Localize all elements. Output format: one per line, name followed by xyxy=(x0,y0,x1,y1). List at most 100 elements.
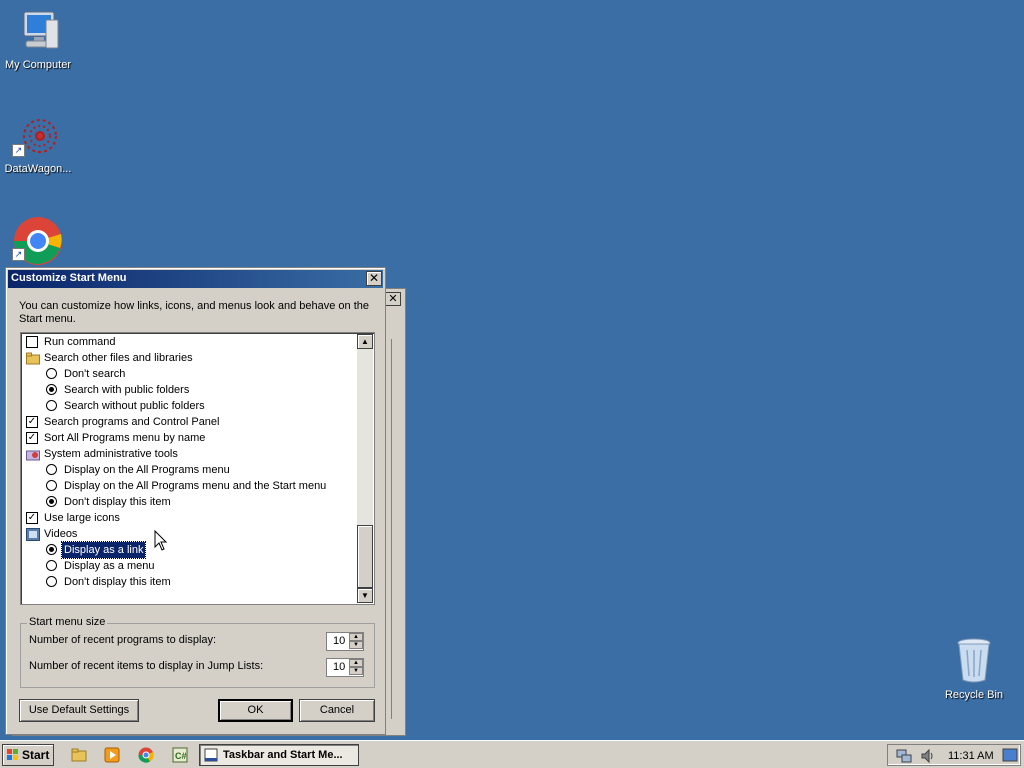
option-label: Sort All Programs menu by name xyxy=(44,432,206,444)
list-item[interactable]: System administrative tools xyxy=(21,446,357,462)
explorer-icon[interactable] xyxy=(71,747,87,763)
spin-up-button[interactable]: ▲ xyxy=(349,659,363,667)
scroll-thumb[interactable] xyxy=(357,525,373,588)
media-player-icon[interactable] xyxy=(104,747,120,763)
option-checkbox[interactable] xyxy=(26,336,38,348)
customize-start-menu-dialog: Customize Start Menu ✕ You can customize… xyxy=(5,267,386,735)
shortcut-arrow-icon: ↗ xyxy=(12,144,25,157)
title-bar[interactable]: Customize Start Menu ✕ xyxy=(8,270,383,288)
use-default-settings-button[interactable]: Use Default Settings xyxy=(19,699,139,722)
admin-tools-icon xyxy=(26,450,40,461)
system-tray: 11:31 AM xyxy=(887,744,1021,766)
spin-up-button[interactable]: ▲ xyxy=(349,633,363,641)
scroll-down-button[interactable]: ▼ xyxy=(357,588,373,603)
list-item[interactable]: Display on the All Programs menu xyxy=(21,462,357,478)
option-label: Search without public folders xyxy=(64,400,205,412)
list-item[interactable]: Display as a link xyxy=(21,541,357,559)
option-label: Videos xyxy=(44,528,78,540)
option-checkbox[interactable]: ✓ xyxy=(26,416,38,428)
windows-flag-icon xyxy=(7,749,18,760)
option-label: Search programs and Control Panel xyxy=(44,416,220,428)
option-label: Don't display this item xyxy=(64,496,171,508)
list-item[interactable]: Don't display this item xyxy=(21,574,357,590)
close-icon[interactable]: ✕ xyxy=(385,292,401,306)
taskbar-button-taskbar-start-menu[interactable]: Taskbar and Start Me... xyxy=(199,744,359,766)
desktop-icon-label: My Computer xyxy=(4,59,72,71)
start-label: Start xyxy=(22,748,50,762)
vertical-scrollbar[interactable]: ▲ ▼ xyxy=(357,334,373,603)
taskbar-properties-icon xyxy=(204,748,218,762)
volume-icon[interactable] xyxy=(920,748,936,764)
start-button[interactable]: Start xyxy=(2,744,54,766)
option-radio[interactable] xyxy=(46,464,57,475)
option-label: Don't display this item xyxy=(64,576,171,588)
recent-items-value[interactable]: 10 xyxy=(333,661,345,673)
desktop-icon-label: DataWagon... xyxy=(4,163,72,175)
network-icon[interactable] xyxy=(896,748,912,764)
list-item[interactable]: Search without public folders xyxy=(21,398,357,414)
scroll-up-button[interactable]: ▲ xyxy=(357,334,373,349)
spin-down-button[interactable]: ▼ xyxy=(349,667,363,675)
ok-button[interactable]: OK xyxy=(218,699,293,722)
show-desktop-icon[interactable] xyxy=(1002,748,1018,763)
recent-programs-value[interactable]: 10 xyxy=(333,635,345,647)
option-label: Display on the All Programs menu and the… xyxy=(64,480,327,492)
option-label: Display on the All Programs menu xyxy=(64,464,230,476)
svg-text:C#: C# xyxy=(175,751,187,761)
shortcut-arrow-icon: ↗ xyxy=(12,248,25,261)
desktop-icon-chrome[interactable]: ↗ xyxy=(0,216,78,269)
close-button[interactable]: ✕ xyxy=(366,271,382,286)
spinner-arrows: ▲ ▼ xyxy=(349,659,363,676)
option-radio[interactable] xyxy=(46,480,57,491)
cancel-button[interactable]: Cancel xyxy=(299,699,375,722)
option-radio[interactable] xyxy=(46,560,57,571)
spinner-arrows: ▲ ▼ xyxy=(349,633,363,650)
list-item[interactable]: Don't search xyxy=(21,366,357,382)
list-item[interactable]: Run command xyxy=(21,334,357,350)
list-item[interactable]: Videos xyxy=(21,526,357,542)
mouse-cursor-icon xyxy=(154,530,168,551)
option-label: Use large icons xyxy=(44,512,120,524)
desktop-icon-label: Recycle Bin xyxy=(944,689,1004,701)
option-radio[interactable] xyxy=(46,576,57,587)
option-label: Don't search xyxy=(64,368,126,380)
dialog-title: Customize Start Menu xyxy=(11,272,127,284)
list-item[interactable]: Don't display this item xyxy=(21,494,357,510)
option-radio[interactable] xyxy=(46,496,57,507)
option-radio[interactable] xyxy=(46,400,57,411)
option-radio[interactable] xyxy=(46,368,57,379)
taskbar-button-label: Taskbar and Start Me... xyxy=(223,749,343,761)
recent-items-label: Number of recent items to display in Jum… xyxy=(29,660,264,672)
option-label: System administrative tools xyxy=(44,448,178,460)
option-label: Search other files and libraries xyxy=(44,352,193,364)
chrome-icon[interactable] xyxy=(138,747,154,763)
list-item[interactable]: Search with public folders xyxy=(21,382,357,398)
option-checkbox[interactable]: ✓ xyxy=(26,432,38,444)
desktop-icon-recycle-bin[interactable]: Recycle Bin xyxy=(934,636,1014,701)
list-item[interactable]: Search other files and libraries xyxy=(21,350,357,366)
recent-programs-spinner[interactable]: 10 ▲ ▼ xyxy=(326,632,364,651)
option-label: Display as a link xyxy=(60,541,147,559)
list-item[interactable]: Display on the All Programs menu and the… xyxy=(21,478,357,494)
list-item[interactable]: Display as a menu xyxy=(21,558,357,574)
option-checkbox[interactable]: ✓ xyxy=(26,512,38,524)
list-item[interactable]: ✓ Use large icons xyxy=(21,510,357,526)
csharp-icon[interactable]: C# xyxy=(172,747,188,763)
computer-icon xyxy=(23,11,59,49)
group-legend: Start menu size xyxy=(27,616,108,628)
recent-items-spinner[interactable]: 10 ▲ ▼ xyxy=(326,658,364,677)
list-item[interactable]: ✓ Sort All Programs menu by name xyxy=(21,430,357,446)
start-menu-size-group: Start menu size Number of recent program… xyxy=(20,616,375,688)
video-library-icon xyxy=(26,528,40,541)
recent-programs-label: Number of recent programs to display: xyxy=(29,634,217,646)
recycle-bin-icon xyxy=(957,638,991,683)
start-menu-options-list[interactable]: Run command Search other files and librar… xyxy=(20,332,375,605)
desktop-icon-datawagon[interactable]: ↗ DataWagon... xyxy=(0,114,78,175)
spin-down-button[interactable]: ▼ xyxy=(349,641,363,649)
clock[interactable]: 11:31 AM xyxy=(948,750,994,762)
option-radio[interactable] xyxy=(46,544,57,555)
window-edge xyxy=(391,339,397,719)
list-item[interactable]: ✓ Search programs and Control Panel xyxy=(21,414,357,430)
option-radio[interactable] xyxy=(46,384,57,395)
desktop-icon-my-computer[interactable]: My Computer xyxy=(0,10,78,71)
